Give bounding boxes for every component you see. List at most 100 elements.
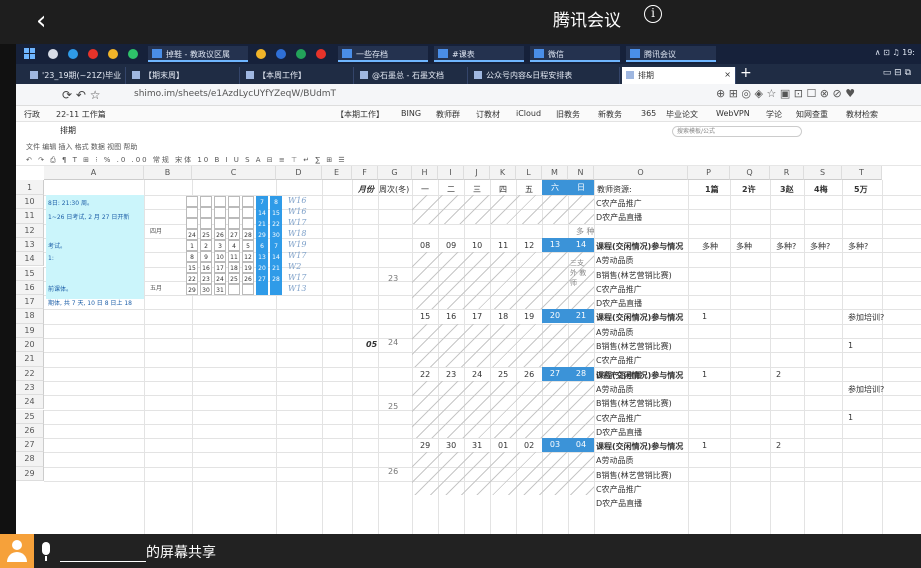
row-header[interactable]: 1 — [16, 180, 44, 195]
bookmark-item[interactable]: 知网查重 — [796, 109, 828, 120]
windows-start-icon[interactable] — [24, 48, 36, 60]
row-header[interactable]: 25 — [16, 409, 44, 424]
outlook-icon[interactable] — [276, 49, 286, 59]
bookmark-item[interactable]: 教师群 — [436, 109, 460, 120]
taskbar-app[interactable]: 一些存档 — [338, 46, 428, 62]
column-header-g[interactable]: G — [378, 166, 412, 180]
bookmark-item[interactable]: 毕业论文 — [666, 109, 698, 120]
excel-icon[interactable] — [296, 49, 306, 59]
system-tray[interactable]: ∧ ⊡ ♫ 19: — [875, 48, 915, 57]
row-header[interactable]: 28 — [16, 452, 44, 467]
column-header-p[interactable]: P — [688, 166, 730, 180]
close-icon[interactable]: × — [724, 70, 731, 79]
calendar-day: 2 — [200, 240, 212, 251]
row-header[interactable]: 14 — [16, 252, 44, 267]
row-header[interactable]: 26 — [16, 423, 44, 439]
bookmark-item[interactable]: 新教务 — [598, 109, 622, 120]
column-header-b[interactable]: B — [144, 166, 192, 180]
row-header[interactable]: 12 — [16, 223, 44, 238]
microphone-icon[interactable] — [42, 542, 50, 555]
column-header-e[interactable]: E — [322, 166, 352, 180]
taskbar-app[interactable]: 微信 — [530, 46, 620, 62]
row-header[interactable]: 11 — [16, 209, 44, 224]
column-header-k[interactable]: K — [490, 166, 516, 180]
bookmark-item[interactable]: 行政 — [24, 109, 40, 120]
row-header[interactable]: 22 — [16, 366, 44, 381]
grid-row-line — [44, 237, 921, 239]
taskbar-app[interactable]: 腾讯会议 — [626, 46, 716, 62]
date-cell: 11 — [498, 240, 509, 250]
calendar-day: 19 — [242, 262, 254, 273]
wechat-app-icon[interactable] — [128, 49, 138, 59]
bookmark-item[interactable]: 365 — [641, 109, 656, 118]
taskbar-app[interactable]: 掉鞋 - 教政议区属 — [148, 46, 248, 62]
bookmark-item[interactable]: WebVPN — [716, 109, 750, 118]
browser-tab-active[interactable]: 排期 × — [622, 67, 736, 84]
window-controls[interactable]: ▭ ⊟ ⧉ — [883, 68, 911, 78]
row-header[interactable]: 24 — [16, 395, 44, 410]
row-header[interactable]: 16 — [16, 280, 44, 296]
template-search-input[interactable]: 搜索模板/公式 — [672, 126, 802, 137]
bookmark-item[interactable]: 【本期工作】 — [336, 109, 384, 120]
row-header[interactable]: 21 — [16, 352, 44, 367]
row-header[interactable]: 29 — [16, 466, 44, 481]
browser-tab[interactable]: '23_19期(~21Z)毕业 — [26, 67, 126, 84]
folder-icon[interactable] — [256, 49, 266, 59]
column-header-a[interactable]: A — [44, 166, 144, 180]
new-tab-button[interactable]: + — [740, 65, 752, 81]
column-header-l[interactable]: L — [516, 166, 542, 180]
info-icon[interactable]: i — [644, 5, 662, 23]
column-header-o[interactable]: O — [594, 166, 688, 180]
row-header[interactable]: 23 — [16, 380, 44, 396]
teacher-4-header: 4梅 — [814, 185, 828, 194]
row-header[interactable]: 20 — [16, 338, 44, 353]
browser-tab[interactable]: @石墨总 - 石墨文档 — [356, 67, 468, 84]
column-header-j[interactable]: J — [464, 166, 490, 180]
format-toolbar[interactable]: ↶ ↷ ⎙ ¶ T ⊞ ⁝ % .0 .00 常规 宋体 10 B I U S … — [26, 155, 347, 165]
navigation-icons[interactable]: ⟳ ↶ ☆ — [62, 88, 101, 102]
url-field[interactable]: shimo.im/sheets/e1AzdLycUYfYZeqW/BUdmT — [134, 89, 336, 99]
row-header[interactable]: 10 — [16, 195, 44, 210]
bookmark-item[interactable]: BING — [401, 109, 421, 118]
app-icon[interactable] — [316, 49, 326, 59]
column-header-i[interactable]: I — [438, 166, 464, 180]
chrome-icon[interactable] — [108, 49, 118, 59]
row-header[interactable]: 15 — [16, 266, 44, 281]
column-header-h[interactable]: H — [412, 166, 438, 180]
column-header-q[interactable]: Q — [730, 166, 770, 180]
column-header-d[interactable]: D — [276, 166, 322, 180]
bookmark-item[interactable]: 22-11 工作篇 — [56, 109, 106, 120]
bookmark-item[interactable]: 教材检索 — [846, 109, 878, 120]
column-header-c[interactable]: C — [192, 166, 276, 180]
menu-bar[interactable]: 文件 编辑 插入 格式 数据 视图 帮助 — [26, 142, 137, 152]
column-header-r[interactable]: R — [770, 166, 804, 180]
browser-tab[interactable]: 公众号内容&日程安排表 — [470, 67, 620, 84]
extension-icons[interactable]: ⊕ ⊞ ◎ ◈ ☆ ▣ ⊡ ☐ ⊗ ⊘ ♥ — [716, 87, 855, 100]
browser-tab-label: 排期 — [638, 71, 654, 80]
opera-icon[interactable] — [88, 49, 98, 59]
row-header[interactable]: 13 — [16, 237, 44, 253]
back-icon[interactable]: ‹ — [36, 6, 46, 36]
bookmark-item[interactable]: 学论 — [766, 109, 782, 120]
row-header[interactable]: 18 — [16, 309, 44, 324]
column-header-t[interactable]: T — [842, 166, 882, 180]
row-header[interactable]: 19 — [16, 323, 44, 338]
column-header-n[interactable]: N — [568, 166, 594, 180]
bookmark-item[interactable]: 订教材 — [476, 109, 500, 120]
search-icon[interactable] — [48, 49, 58, 59]
row-header[interactable]: 27 — [16, 438, 44, 453]
edge-icon[interactable] — [68, 49, 78, 59]
column-header-m[interactable]: M — [542, 166, 568, 180]
bookmark-item[interactable]: 旧教务 — [556, 109, 580, 120]
row-header[interactable]: 17 — [16, 295, 44, 310]
weekend-header: 日 — [568, 180, 594, 195]
browser-tab[interactable]: 【期末周】 — [128, 67, 240, 84]
note-line: 考试。 — [48, 242, 67, 250]
column-header-f[interactable]: F — [352, 166, 378, 180]
taskbar-app[interactable]: #课表 — [434, 46, 524, 62]
column-header-s[interactable]: S — [804, 166, 842, 180]
bookmark-item[interactable]: iCloud — [516, 109, 541, 118]
avatar[interactable] — [0, 534, 34, 568]
browser-tab[interactable]: 【本周工作】 — [242, 67, 354, 84]
document-title[interactable]: 排期 — [60, 125, 76, 136]
